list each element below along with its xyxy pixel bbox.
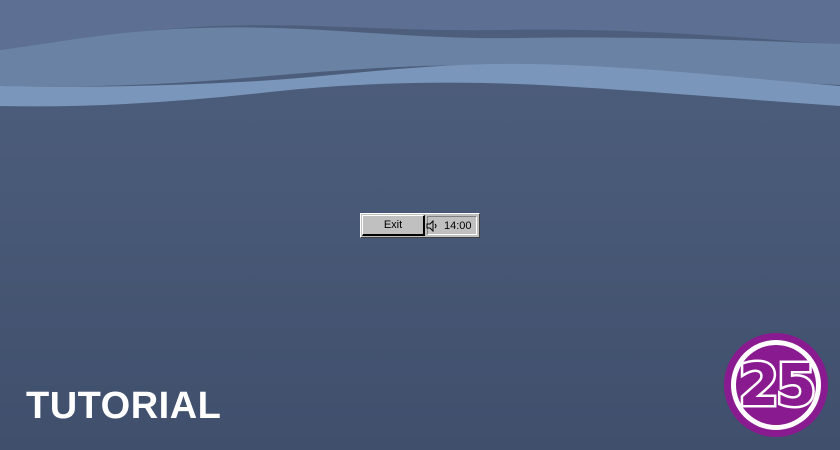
system-tray: 14:00 (426, 216, 477, 235)
exit-button[interactable]: Exit (362, 215, 425, 236)
clock[interactable]: 14:00 (444, 220, 472, 232)
circle-number-logo: 25 (724, 333, 828, 437)
taskbar: Exit 14:00 (360, 213, 480, 238)
desktop-wave-decoration (0, 0, 840, 107)
exit-button-label: Exit (383, 219, 403, 231)
speaker-icon[interactable] (426, 219, 438, 232)
tutorial-label: TUTORIAL (26, 385, 222, 427)
logo-number: 25 (739, 351, 814, 419)
